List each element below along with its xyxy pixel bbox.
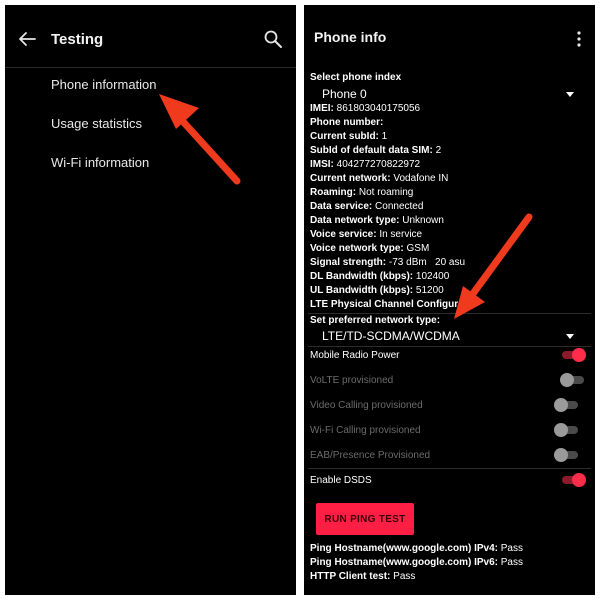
toggle-label-volte-provisioned: VoLTE provisioned — [310, 375, 394, 386]
toggle-label-enable-dsds: Enable DSDS — [310, 475, 372, 486]
result-ping-ipv4: Ping Hostname(www.google.com) IPv4: Pass — [310, 543, 523, 554]
dropdown-arrow-icon[interactable] — [566, 92, 574, 97]
network-type-select[interactable]: LTE/TD-SCDMA/WCDMA — [322, 329, 460, 343]
eab-presence-provisioned-switch[interactable] — [554, 448, 580, 462]
page-title: Testing — [51, 31, 104, 48]
info-row-roaming: Roaming: Not roaming — [310, 187, 414, 198]
result-http-client: HTTP Client test: Pass — [310, 571, 416, 582]
toggle-label-eab-presence-provisioned: EAB/Presence Provisioned — [310, 450, 431, 461]
info-row-imsi: IMSI: 404277270822972 — [310, 159, 421, 170]
wifi-calling-provisioned-switch[interactable] — [554, 423, 580, 437]
section-divider — [308, 313, 591, 314]
info-row-dl-bandwidth: DL Bandwidth (kbps): 102400 — [310, 271, 450, 282]
phone-index-select[interactable]: Phone 0 — [322, 87, 367, 101]
info-row-voice-service: Voice service: In service — [310, 229, 423, 240]
header-divider — [5, 67, 296, 68]
annotation-arrow-icon — [159, 94, 241, 185]
video-calling-provisioned-switch[interactable] — [554, 398, 580, 412]
result-ping-ipv6: Ping Hostname(www.google.com) IPv6: Pass — [310, 557, 523, 568]
info-row-imei: IMEI: 861803040175056 — [310, 103, 421, 114]
info-row-data-service: Data service: Connected — [310, 201, 424, 212]
info-row-current-network: Current network: Vodafone IN — [310, 173, 449, 184]
phone-index-label: Select phone index — [310, 72, 402, 83]
info-row-current-subid: Current subId: 1 — [310, 131, 388, 142]
menu-item-phone-information[interactable]: Phone information — [51, 77, 157, 92]
switch-thumb — [554, 448, 568, 462]
volte-provisioned-switch[interactable] — [560, 373, 586, 387]
search-icon[interactable] — [263, 29, 283, 49]
run-ping-test-button[interactable]: RUN PING TEST — [316, 503, 414, 535]
info-row-default-data-sim: SubId of default data SIM: 2 — [310, 145, 442, 156]
switch-thumb — [560, 373, 574, 387]
network-type-label: Set preferred network type: — [310, 315, 441, 326]
mobile-radio-power-switch[interactable] — [560, 348, 586, 362]
toggle-label-mobile-radio-power: Mobile Radio Power — [310, 350, 400, 361]
more-options-icon[interactable] — [574, 29, 584, 49]
enable-dsds-switch[interactable] — [560, 473, 586, 487]
switch-thumb — [554, 423, 568, 437]
back-arrow-icon[interactable] — [17, 29, 37, 49]
toggle-label-wifi-calling-provisioned: Wi-Fi Calling provisioned — [310, 425, 421, 436]
toggle-label-video-calling-provisioned: Video Calling provisioned — [310, 400, 423, 411]
switch-thumb — [554, 398, 568, 412]
info-row-phone-number: Phone number: — [310, 117, 384, 128]
info-row-voice-network-type: Voice network type: GSM — [310, 243, 430, 254]
info-row-ul-bandwidth: UL Bandwidth (kbps): 51200 — [310, 285, 444, 296]
info-row-signal-strength: Signal strength: -73 dBm 20 asu — [310, 257, 466, 268]
section-divider — [308, 468, 591, 469]
menu-item-usage-statistics[interactable]: Usage statistics — [51, 116, 142, 131]
switch-thumb — [572, 348, 586, 362]
switch-thumb — [572, 473, 586, 487]
menu-item-wifi-information[interactable]: Wi-Fi information — [51, 155, 149, 170]
info-row-lte-channel-config: LTE Physical Channel Configurat — [310, 299, 468, 310]
testing-screen: Testing Phone information Usage statisti… — [5, 5, 296, 595]
phone-info-screen: Phone info Select phone index Phone 0 IM… — [304, 5, 595, 595]
info-row-data-network-type: Data network type: Unknown — [310, 215, 444, 226]
section-divider — [308, 346, 591, 347]
app-bar: Testing — [5, 5, 296, 67]
dropdown-arrow-icon[interactable] — [566, 334, 574, 339]
page-title: Phone info — [314, 29, 387, 45]
